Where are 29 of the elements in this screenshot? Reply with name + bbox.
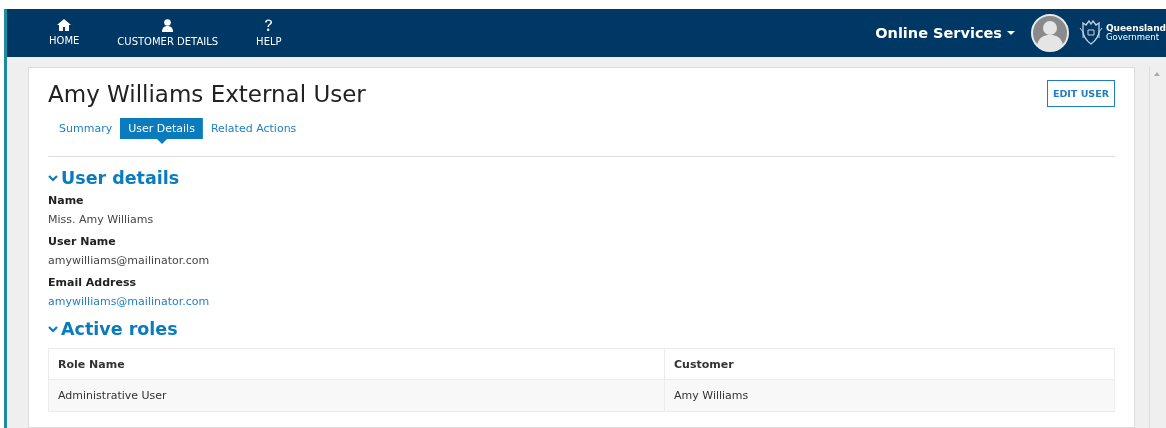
chevron-down-icon (48, 174, 58, 182)
tab[interactable]: Summary (51, 118, 121, 139)
table-cell: Administrative User (48, 379, 665, 412)
column-header: Role Name (48, 348, 665, 380)
tab[interactable]: Related Actions (202, 118, 305, 139)
table-cell: Amy Williams (664, 379, 1115, 412)
nav-link[interactable]: HOME (37, 19, 92, 47)
field-label: Name (48, 194, 85, 207)
nav-link[interactable]: HELP (244, 19, 294, 47)
column-header: Customer (664, 348, 1115, 380)
help-icon (264, 19, 274, 32)
field-value: Miss. Amy Williams (48, 213, 154, 226)
field-label: Email Address (48, 276, 137, 289)
nav-link[interactable]: CUSTOMER DETAILS (105, 19, 231, 47)
edit-user-button[interactable]: EDIT USER (1046, 80, 1115, 107)
section-heading[interactable]: Active roles (48, 319, 1115, 339)
email-link[interactable]: amywilliams@mailinator.com (48, 295, 210, 308)
field-label: User Name (48, 235, 117, 248)
crest-icon (1078, 20, 1103, 46)
tab[interactable]: User Details (120, 118, 203, 144)
field-value: amywilliams@mailinator.com (48, 254, 210, 267)
home-icon (57, 19, 72, 31)
section-heading[interactable]: User details (48, 168, 1115, 188)
online-services-menu[interactable]: Online Services (869, 24, 1021, 42)
chevron-down-icon (48, 325, 58, 333)
logo-text: Queensland Government (1105, 24, 1166, 42)
page-title: Amy Williams External User (48, 80, 366, 107)
person-icon (162, 19, 174, 32)
avatar-icon[interactable] (1030, 14, 1069, 52)
